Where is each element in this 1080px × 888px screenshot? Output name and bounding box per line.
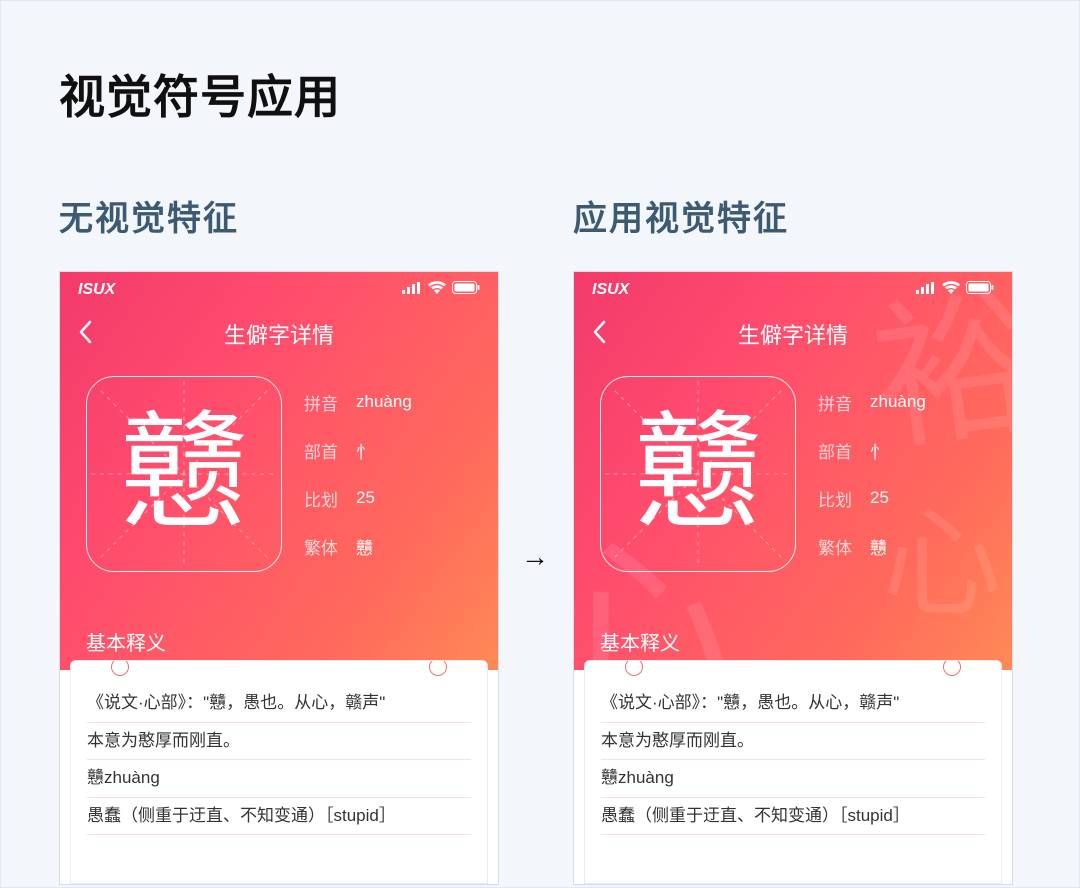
carrier-label: ISUX bbox=[592, 281, 629, 299]
prop-strokes: 比划 25 bbox=[818, 486, 926, 511]
nav-title: 生僻字详情 bbox=[60, 318, 498, 350]
prop-label: 拼音 bbox=[304, 390, 344, 415]
status-bar: ISUX bbox=[60, 272, 498, 300]
prop-value: zhuàng bbox=[356, 392, 412, 412]
prop-radical: 部首 忄 bbox=[304, 438, 412, 463]
prop-value: 戇 bbox=[356, 534, 373, 559]
signal-icon bbox=[916, 281, 936, 299]
definition-line: 愚蠢（侧重于迂直、不知变通）［stupid］ bbox=[87, 798, 471, 836]
character-glyph: 戆 bbox=[634, 410, 762, 538]
page-title: 视觉符号应用 bbox=[59, 61, 341, 127]
prop-value: zhuàng bbox=[870, 392, 926, 412]
prop-label: 比划 bbox=[818, 486, 858, 511]
prop-traditional: 繁体 戇 bbox=[304, 534, 412, 559]
wifi-icon bbox=[942, 281, 960, 299]
subtitle-right: 应用视觉特征 bbox=[573, 191, 789, 240]
definition-line: 愚蠢（侧重于迂直、不知变通）［stupid］ bbox=[601, 798, 985, 836]
prop-value: 25 bbox=[356, 488, 375, 508]
definition-card: 《说文·心部》："戇，愚也。从心，赣声" 本意为憨厚而刚直。 戇zhuàng 愚… bbox=[70, 660, 488, 884]
character-glyph: 戆 bbox=[120, 410, 248, 538]
prop-pinyin: 拼音 zhuàng bbox=[304, 390, 412, 415]
subtitle-left: 无视觉特征 bbox=[59, 191, 239, 240]
prop-pinyin: 拼音 zhuàng bbox=[818, 390, 926, 415]
nav-title: 生僻字详情 bbox=[574, 318, 1012, 350]
definition-line: 本意为憨厚而刚直。 bbox=[601, 723, 985, 761]
carrier-label: ISUX bbox=[78, 281, 115, 299]
definition-line: 《说文·心部》："戇，愚也。从心，赣声" bbox=[601, 685, 985, 723]
definition-card: 《说文·心部》："戇，愚也。从心，赣声" 本意为憨厚而刚直。 戇zhuàng 愚… bbox=[584, 660, 1002, 884]
section-label: 基本释义 bbox=[86, 627, 166, 656]
prop-radical: 部首 忄 bbox=[818, 438, 926, 463]
wifi-icon bbox=[428, 281, 446, 299]
phone-mock-left: ISUX 生僻字详情 bbox=[59, 271, 499, 885]
prop-label: 比划 bbox=[304, 486, 344, 511]
definition-line: 《说文·心部》："戇，愚也。从心，赣声" bbox=[87, 685, 471, 723]
character-properties: 拼音 zhuàng 部首 忄 比划 25 繁体 戇 bbox=[818, 376, 926, 572]
character-tile: 戆 bbox=[600, 376, 796, 572]
prop-label: 部首 bbox=[818, 438, 858, 463]
status-bar: ISUX bbox=[574, 272, 1012, 300]
definition-line: 戇zhuàng bbox=[601, 760, 985, 798]
prop-label: 繁体 bbox=[304, 534, 344, 559]
prop-value: 忄 bbox=[356, 438, 373, 463]
character-tile: 戆 bbox=[86, 376, 282, 572]
battery-icon bbox=[452, 281, 480, 299]
nav-bar: 生僻字详情 bbox=[60, 300, 498, 354]
definition-line: 戇zhuàng bbox=[87, 760, 471, 798]
prop-value: 25 bbox=[870, 488, 889, 508]
character-properties: 拼音 zhuàng 部首 忄 比划 25 繁体 戇 bbox=[304, 376, 412, 572]
phone-mock-right: 裕 心 心 ISUX 生僻字详情 bbox=[573, 271, 1013, 885]
hero-area: ISUX 生僻字详情 bbox=[60, 272, 498, 670]
prop-strokes: 比划 25 bbox=[304, 486, 412, 511]
nav-bar: 生僻字详情 bbox=[574, 300, 1012, 354]
prop-label: 部首 bbox=[304, 438, 344, 463]
hero-area: 裕 心 心 ISUX 生僻字详情 bbox=[574, 272, 1012, 670]
battery-icon bbox=[966, 281, 994, 299]
prop-traditional: 繁体 戇 bbox=[818, 534, 926, 559]
prop-value: 忄 bbox=[870, 438, 887, 463]
section-label: 基本释义 bbox=[600, 627, 680, 656]
prop-label: 拼音 bbox=[818, 390, 858, 415]
prop-value: 戇 bbox=[870, 534, 887, 559]
definition-line: 本意为憨厚而刚直。 bbox=[87, 723, 471, 761]
compare-arrow-icon: → bbox=[521, 541, 549, 573]
signal-icon bbox=[402, 281, 422, 299]
prop-label: 繁体 bbox=[818, 534, 858, 559]
